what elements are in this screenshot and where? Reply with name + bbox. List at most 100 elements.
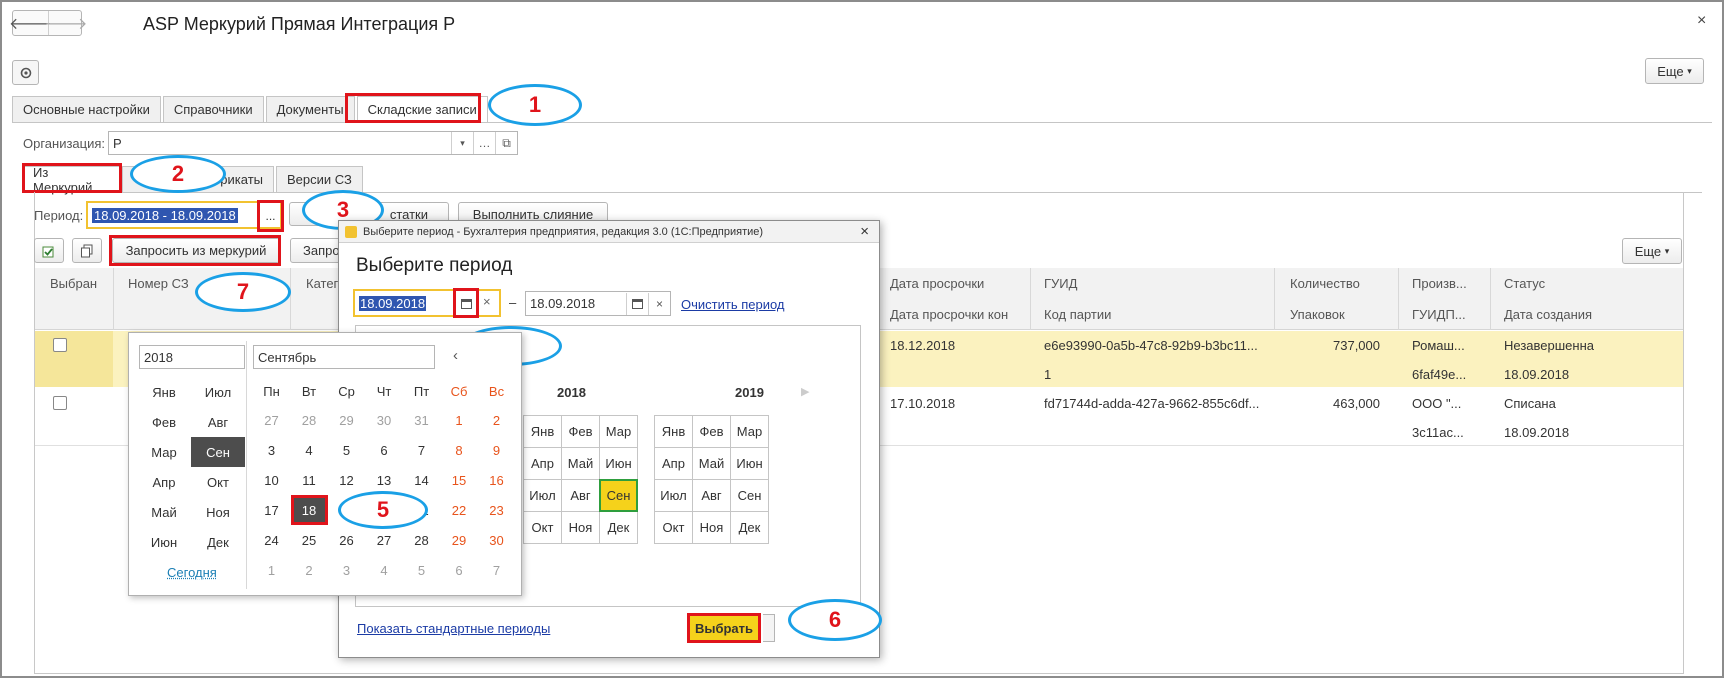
next-year-arrow-icon[interactable]: ▶ (801, 385, 809, 398)
col-expiry[interactable]: Дата просрочки (890, 276, 984, 291)
calendar-day[interactable]: 29 (441, 525, 478, 555)
settings-button[interactable] (12, 60, 39, 85)
forward-arrow-icon[interactable]: 🡒 (45, 11, 87, 35)
check-all-button[interactable] (34, 238, 64, 263)
clear-period-link[interactable]: Очистить период (681, 297, 785, 312)
calendar-month-cell[interactable]: Авг (191, 407, 245, 437)
calendar-day[interactable]: 12 (328, 465, 365, 495)
tab-versions[interactable]: Версии СЗ (276, 166, 363, 192)
month-cell[interactable]: Май (561, 447, 600, 480)
calendar-day[interactable]: 28 (403, 525, 440, 555)
calendar-day[interactable]: 30 (478, 525, 515, 555)
calendar-month-cell[interactable]: Июл (191, 377, 245, 407)
col-guid[interactable]: ГУИД (1044, 276, 1077, 291)
more-button-top[interactable]: Еще ▾ (1645, 58, 1704, 84)
calendar-icon[interactable] (626, 292, 648, 315)
month-cell[interactable]: Июл (654, 479, 693, 512)
standard-periods-link[interactable]: Показать стандартные периоды (357, 621, 550, 636)
copy-button[interactable] (72, 238, 102, 263)
ellipsis-icon[interactable]: … (473, 132, 495, 154)
month-cell[interactable]: Дек (730, 511, 769, 544)
calendar-day[interactable]: 27 (253, 405, 290, 435)
calendar-day[interactable]: 2 (291, 555, 328, 585)
month-cell[interactable]: Окт (523, 511, 562, 544)
month-cell[interactable]: Мар (730, 415, 769, 448)
calendar-month-cell[interactable]: Янв (137, 377, 191, 407)
calendar-day[interactable]: 4 (291, 435, 328, 465)
tab-references[interactable]: Справочники (162, 96, 264, 122)
month-cell[interactable]: Дек (599, 511, 638, 544)
select-button[interactable]: Выбрать (687, 613, 761, 643)
calendar-day[interactable]: 27 (366, 525, 403, 555)
col-category[interactable]: Катег (306, 276, 338, 291)
open-icon[interactable]: ⧉ (495, 132, 517, 154)
month-cell[interactable]: Июл (523, 479, 562, 512)
close-icon[interactable]: × (1697, 12, 1706, 30)
col-number[interactable]: Номер СЗ (128, 276, 189, 291)
prev-month-icon[interactable]: ‹ (453, 347, 458, 364)
dropdown-arrow-icon[interactable]: ▾ (451, 132, 473, 154)
calendar-day[interactable]: 23 (478, 495, 515, 525)
col-producer[interactable]: Произв... (1412, 276, 1467, 291)
calendar-day[interactable]: 8 (441, 435, 478, 465)
calendar-day[interactable]: 11 (291, 465, 328, 495)
calendar-month-cell[interactable]: Апр (137, 467, 191, 497)
col-batch-code[interactable]: Код партии (1044, 307, 1111, 322)
calendar-day[interactable]: 1 (253, 555, 290, 585)
calendar-month-field[interactable]: Сентябрь (253, 345, 435, 369)
month-cell[interactable]: Апр (523, 447, 562, 480)
calendar-day[interactable]: 28 (291, 405, 328, 435)
tab-basic-settings[interactable]: Основные настройки (12, 96, 161, 122)
date-to-field[interactable]: 18.09.2018 × (525, 291, 671, 316)
today-link[interactable]: Сегодня (167, 565, 217, 580)
row-checkbox[interactable] (53, 338, 67, 352)
col-expiry-end[interactable]: Дата просрочки кон (890, 307, 1008, 322)
clear-from-icon[interactable]: × (483, 294, 491, 309)
month-cell[interactable]: Фев (561, 415, 600, 448)
col-quantity[interactable]: Количество (1290, 276, 1360, 291)
calendar-month-cell[interactable]: Май (137, 497, 191, 527)
col-guidp[interactable]: ГУИДП... (1412, 307, 1466, 322)
calendar-day[interactable]: 10 (253, 465, 290, 495)
month-cell[interactable]: Июн (599, 447, 638, 480)
calendar-day[interactable]: 6 (441, 555, 478, 585)
back-arrow-icon[interactable]: 🡐 (9, 11, 52, 35)
month-cell[interactable]: Авг (561, 479, 600, 512)
clear-to-icon[interactable]: × (648, 292, 670, 315)
col-packages[interactable]: Упаковок (1290, 307, 1345, 322)
calendar-day[interactable]: 7 (403, 435, 440, 465)
calendar-day[interactable]: 25 (291, 525, 328, 555)
calendar-month-cell[interactable]: Окт (191, 467, 245, 497)
month-cell[interactable]: Сен (730, 479, 769, 512)
month-cell[interactable]: Окт (654, 511, 693, 544)
calendar-month-cell[interactable]: Мар (137, 437, 191, 467)
calendar-day[interactable]: 2 (478, 405, 515, 435)
dialog-close-icon[interactable]: × (860, 223, 869, 240)
calendar-day[interactable]: 3 (328, 555, 365, 585)
month-cell[interactable]: Ноя (692, 511, 731, 544)
date-from-calendar-button[interactable] (453, 288, 479, 318)
calendar-day[interactable]: 6 (366, 435, 403, 465)
calendar-day[interactable]: 29 (328, 405, 365, 435)
calendar-day[interactable]: 31 (403, 405, 440, 435)
calendar-day[interactable]: 14 (403, 465, 440, 495)
month-cell[interactable]: Апр (654, 447, 693, 480)
calendar-day[interactable]: 1 (441, 405, 478, 435)
calendar-day[interactable]: 17 (253, 495, 290, 525)
calendar-day[interactable]: 5 (403, 555, 440, 585)
col-created[interactable]: Дата создания (1504, 307, 1592, 322)
calendar-day[interactable]: 4 (366, 555, 403, 585)
calendar-year-field[interactable]: 2018 (139, 345, 245, 369)
calendar-day[interactable]: 18 (290, 495, 328, 525)
month-cell[interactable]: Янв (523, 415, 562, 448)
cancel-button-edge[interactable] (763, 614, 775, 642)
month-cell[interactable]: Авг (692, 479, 731, 512)
month-cell[interactable]: Июн (730, 447, 769, 480)
col-selected[interactable]: Выбран (50, 276, 97, 291)
calendar-day[interactable]: 3 (253, 435, 290, 465)
month-cell[interactable]: Ноя (561, 511, 600, 544)
calendar-month-cell[interactable]: Июн (137, 527, 191, 557)
tab-documents[interactable]: Документы (265, 96, 355, 122)
calendar-month-cell[interactable]: Фев (137, 407, 191, 437)
calendar-day[interactable]: 24 (253, 525, 290, 555)
